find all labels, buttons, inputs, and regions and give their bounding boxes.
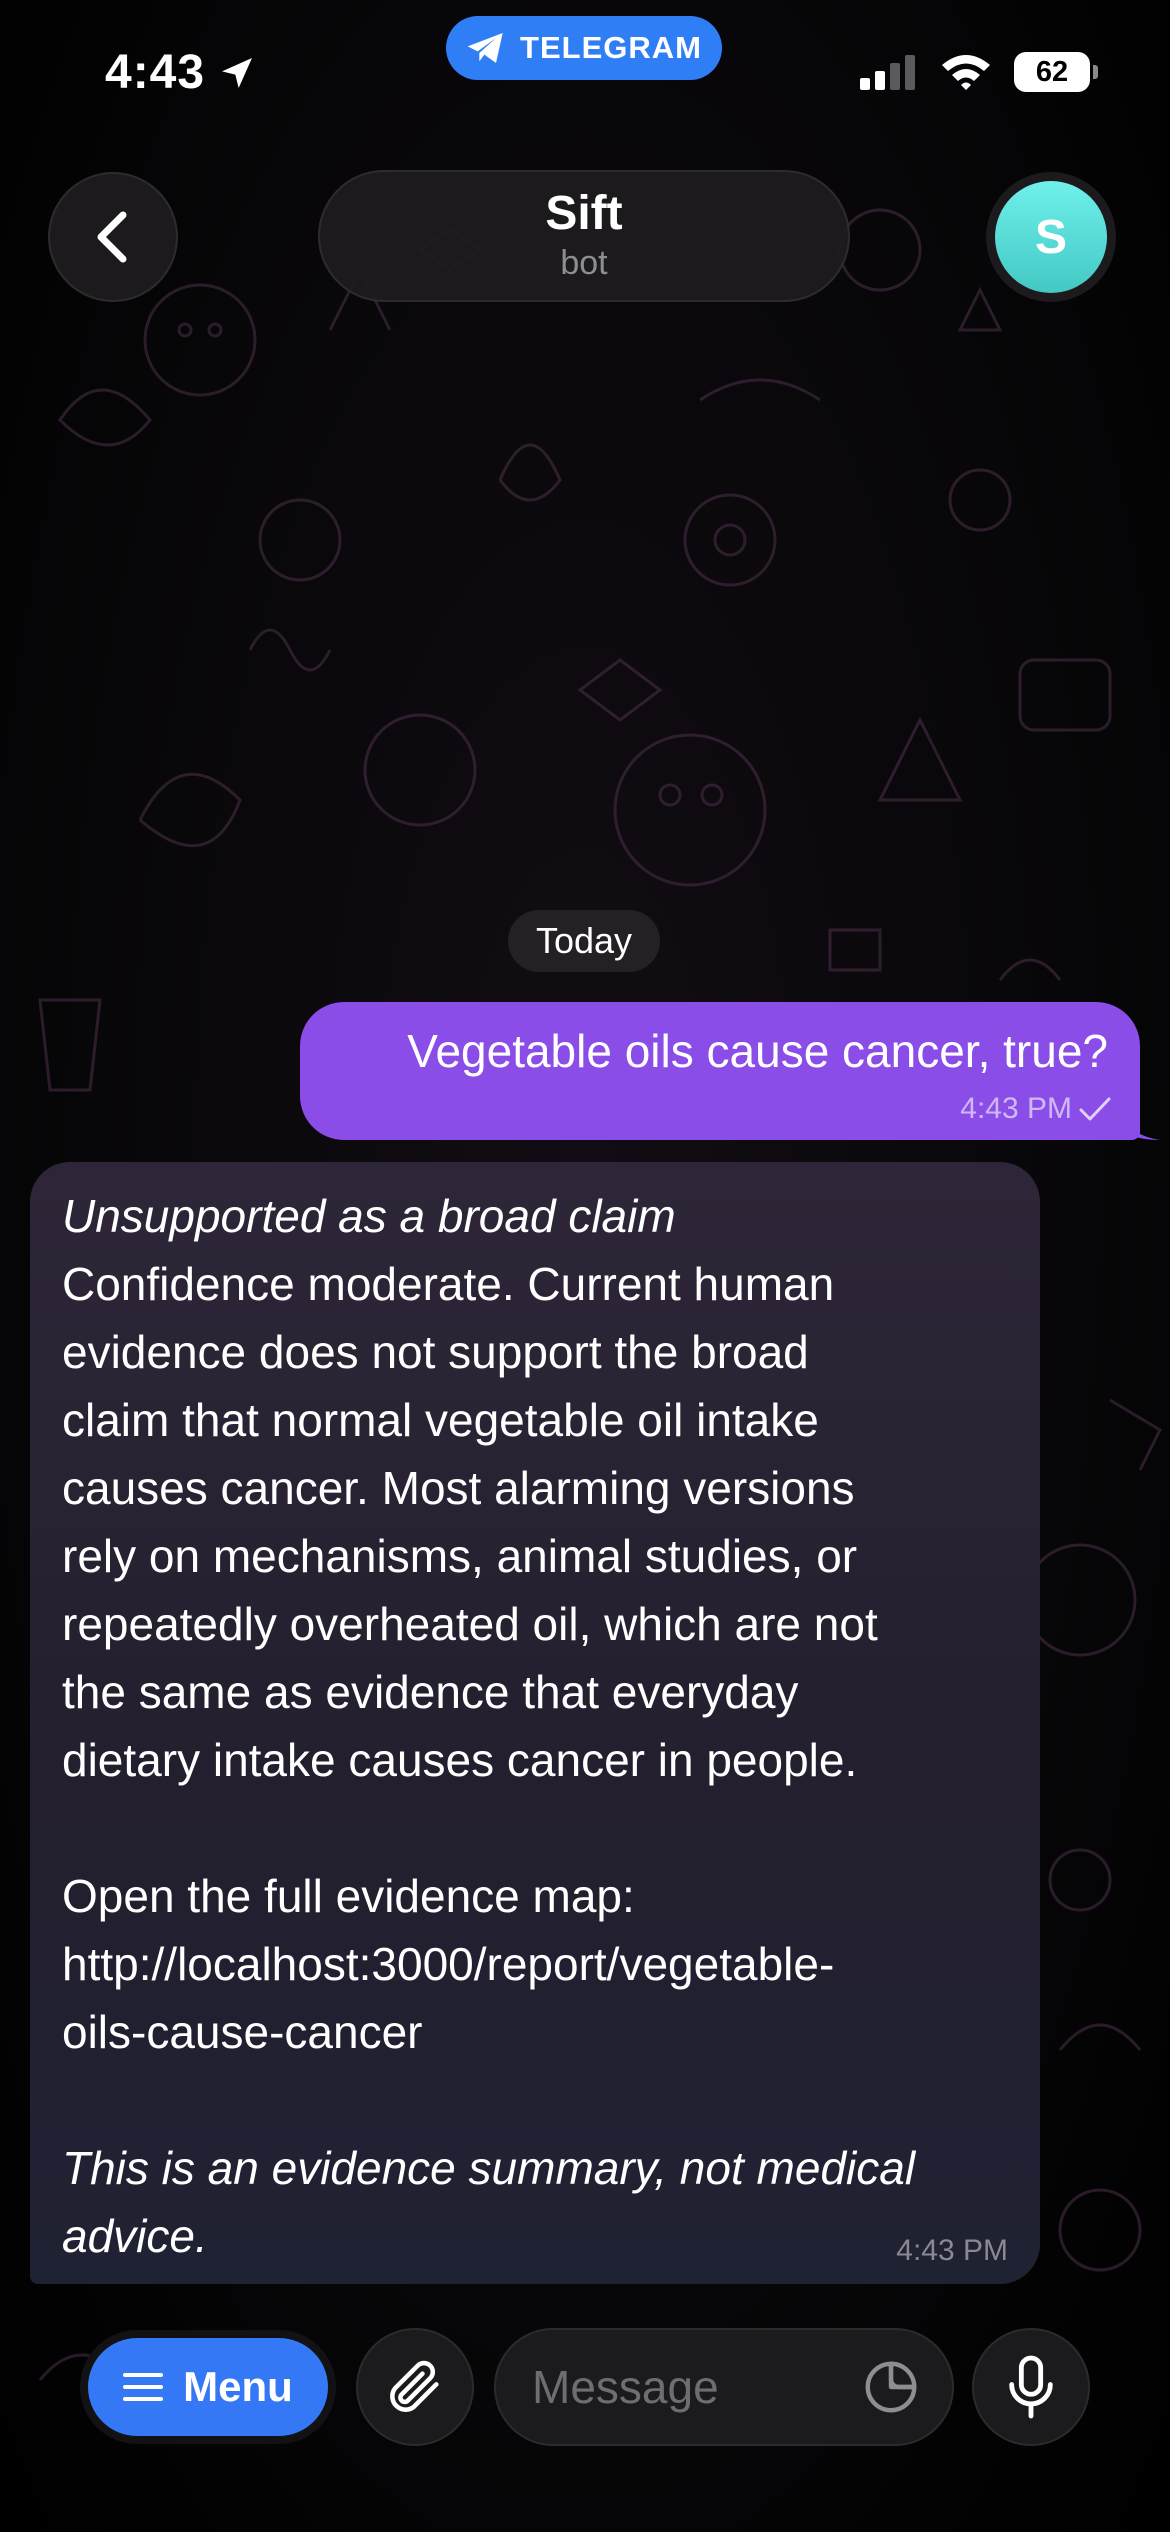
telegram-pill-label: TELEGRAM bbox=[520, 30, 702, 65]
menu-label: Menu bbox=[183, 2363, 293, 2410]
incoming-message-time: 4:43 PM bbox=[896, 2234, 1008, 2267]
cellular-signal-icon bbox=[860, 55, 915, 90]
chat-screen: 4:43 TELEGRAM 62 Sift bot S Today Vegeta… bbox=[0, 0, 1170, 2532]
telegram-plane-icon bbox=[467, 33, 503, 63]
chat-title: Sift bbox=[545, 187, 623, 241]
chevron-left-icon bbox=[97, 211, 127, 263]
battery-icon: 62 bbox=[1014, 52, 1098, 92]
date-separator: Today bbox=[508, 910, 660, 972]
paperclip-icon bbox=[390, 2360, 439, 2412]
disclaimer-line: This is an evidence summary, not medical bbox=[62, 2142, 916, 2194]
message-line: repeatedly overheated oil, which are not bbox=[62, 1598, 878, 1650]
outgoing-message-time: 4:43 PM bbox=[960, 1092, 1072, 1125]
message-line: evidence does not support the broad bbox=[62, 1326, 809, 1378]
message-line: claim that normal vegetable oil intake bbox=[62, 1394, 819, 1446]
status-time: 4:43 bbox=[105, 45, 257, 100]
message-line: causes cancer. Most alarming versions bbox=[62, 1462, 855, 1514]
message-line: dietary intake causes cancer in people. bbox=[62, 1734, 858, 1786]
menu-button[interactable]: Menu bbox=[80, 2330, 336, 2444]
message-line: the same as evidence that everyday bbox=[62, 1666, 799, 1718]
chat-title-pill[interactable]: Sift bot bbox=[318, 170, 850, 302]
incoming-message[interactable]: Unsupported as a broad claim Confidence … bbox=[30, 1162, 1040, 2284]
hamburger-icon bbox=[123, 2373, 164, 2401]
wifi-icon bbox=[942, 55, 990, 90]
outgoing-message-meta: 4:43 PM bbox=[960, 1092, 1112, 1126]
outgoing-bubble-tail bbox=[1120, 1108, 1160, 1140]
outgoing-message[interactable]: Vegetable oils cause cancer, true? 4:43 … bbox=[300, 1002, 1140, 1140]
report-link-line[interactable]: http://localhost:3000/report/vegetable- bbox=[62, 1930, 1008, 1998]
location-arrow-icon bbox=[222, 57, 253, 88]
menu-button-inner: Menu bbox=[88, 2338, 328, 2436]
microphone-button[interactable] bbox=[972, 2328, 1090, 2446]
avatar-letter: S bbox=[1034, 210, 1067, 264]
avatar: S bbox=[995, 181, 1107, 293]
single-check-icon bbox=[1079, 1097, 1111, 1121]
avatar-button[interactable]: S bbox=[986, 172, 1116, 302]
message-input[interactable] bbox=[532, 2360, 860, 2414]
battery-level: 62 bbox=[1035, 55, 1069, 88]
verdict-line: Unsupported as a broad claim bbox=[62, 1190, 676, 1242]
message-line: Open the full evidence map: bbox=[62, 1870, 635, 1922]
sticker-icon[interactable] bbox=[860, 2356, 922, 2418]
date-separator-label: Today bbox=[535, 920, 633, 961]
message-line: Confidence moderate. Current human bbox=[62, 1258, 835, 1310]
chat-subtitle: bot bbox=[560, 243, 608, 282]
message-line: rely on mechanisms, animal studies, or bbox=[62, 1530, 858, 1582]
back-button[interactable] bbox=[48, 172, 178, 302]
status-indicators: 62 bbox=[860, 52, 1098, 92]
outgoing-message-text: Vegetable oils cause cancer, true? bbox=[407, 1025, 1108, 1077]
telegram-return-pill[interactable]: TELEGRAM bbox=[446, 16, 722, 80]
report-link-line[interactable]: oils-cause-cancer bbox=[62, 1998, 1008, 2066]
disclaimer-line: advice. bbox=[62, 2210, 208, 2262]
message-input-field[interactable] bbox=[494, 2328, 954, 2446]
status-time-text: 4:43 bbox=[105, 46, 206, 99]
attach-button[interactable] bbox=[356, 2328, 474, 2446]
microphone-icon bbox=[1009, 2355, 1053, 2419]
